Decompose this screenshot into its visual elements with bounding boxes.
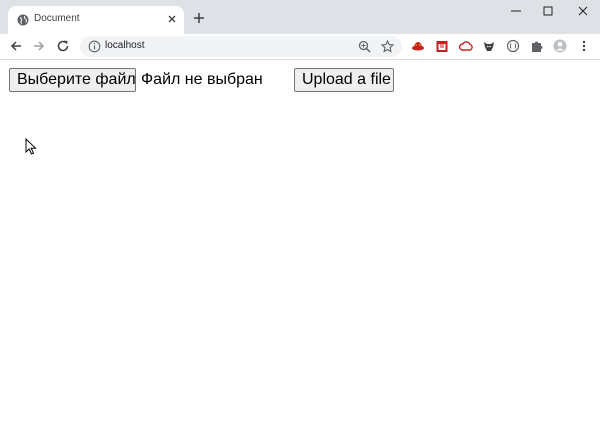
circle-extension-icon[interactable] (506, 39, 520, 53)
page-content: Выберите файл Файл не выбран Upload a fi… (0, 60, 600, 435)
window-close-icon[interactable] (576, 4, 590, 18)
info-icon[interactable] (88, 40, 101, 53)
tab-title: Document (34, 13, 80, 24)
dog-extension-icon[interactable] (482, 39, 496, 53)
arrow-right-icon[interactable] (32, 39, 46, 53)
maximize-icon[interactable] (541, 4, 555, 18)
upload-file-button[interactable]: Upload a file (294, 68, 394, 92)
tab-strip: Document (0, 0, 600, 34)
arrow-left-icon[interactable] (9, 39, 23, 53)
tab-document[interactable]: Document (8, 6, 184, 34)
puzzle-icon[interactable] (530, 39, 544, 53)
mouse-cursor-icon (25, 138, 37, 155)
redhat-extension-icon[interactable] (411, 39, 425, 53)
avatar-icon[interactable] (553, 39, 567, 53)
reload-icon[interactable] (56, 39, 70, 53)
address-bar[interactable]: localhost (80, 36, 402, 57)
browser-toolbar: localhost (0, 34, 600, 60)
globe-icon (17, 14, 29, 26)
url-text: localhost (105, 40, 145, 51)
calendar-extension-icon[interactable] (435, 39, 449, 53)
plus-icon[interactable] (192, 11, 206, 25)
file-status-text: Файл не выбран (141, 71, 263, 88)
browser-window: Document localhost Выберите файл Файл не… (0, 0, 600, 435)
zoom-icon[interactable] (358, 40, 371, 53)
minimize-icon[interactable] (509, 4, 523, 18)
star-icon[interactable] (381, 40, 394, 53)
cloud-extension-icon[interactable] (459, 39, 473, 53)
choose-file-button[interactable]: Выберите файл (9, 68, 136, 92)
close-icon[interactable] (166, 13, 178, 25)
kebab-menu-icon[interactable] (577, 39, 591, 53)
